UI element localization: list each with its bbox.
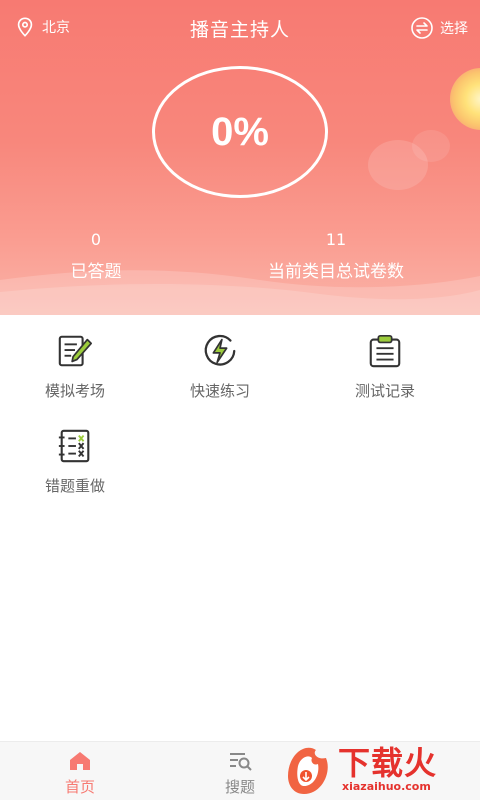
search-list-icon [230, 753, 252, 771]
choose-label: 选择 [440, 21, 468, 37]
home-icon [70, 752, 90, 770]
redo-wrong-button[interactable]: 错题重做 [10, 427, 140, 496]
choose-button[interactable]: 选择 [410, 16, 468, 40]
watermark-url: xiazaihuo.com [342, 780, 431, 793]
redo-wrong-label: 错题重做 [44, 477, 105, 495]
answered-label: 已答题 [70, 262, 122, 282]
nav-home[interactable]: 首页 [20, 748, 140, 797]
quick-practice-button[interactable]: 快速练习 [155, 332, 285, 401]
progress-ring: 0% [152, 66, 328, 198]
clipboard-icon [369, 334, 401, 368]
watermark-text: 下载火 [338, 744, 438, 782]
wrong-list-icon [58, 429, 90, 463]
total-papers-count: 11 [325, 230, 347, 249]
test-records-button[interactable]: 测试记录 [320, 332, 450, 401]
top-bar: 北京 播音主持人 选择 [0, 0, 480, 56]
nav-home-label: 首页 [64, 778, 95, 796]
mock-exam-label: 模拟考场 [44, 382, 105, 400]
exam-edit-icon [58, 335, 93, 367]
total-papers-label: 当前类目总试卷数 [268, 262, 404, 282]
total-papers-stat: 11 当前类目总试卷数 [246, 230, 426, 282]
switch-icon [411, 17, 433, 39]
quick-practice-label: 快速练习 [189, 382, 250, 400]
cloud-decoration [412, 130, 450, 162]
answered-count: 0 [90, 230, 102, 249]
test-records-label: 测试记录 [354, 382, 415, 400]
sun-decoration [450, 68, 480, 130]
lightning-icon [204, 334, 236, 366]
header-banner: 北京 播音主持人 选择 0% 0 已答题 11 当前类目总试卷数 [0, 0, 480, 315]
answered-stat: 0 已答题 [36, 230, 156, 282]
progress-percent: 0% [211, 109, 269, 154]
page-title: 播音主持人 [189, 19, 290, 41]
mock-exam-button[interactable]: 模拟考场 [10, 332, 140, 401]
